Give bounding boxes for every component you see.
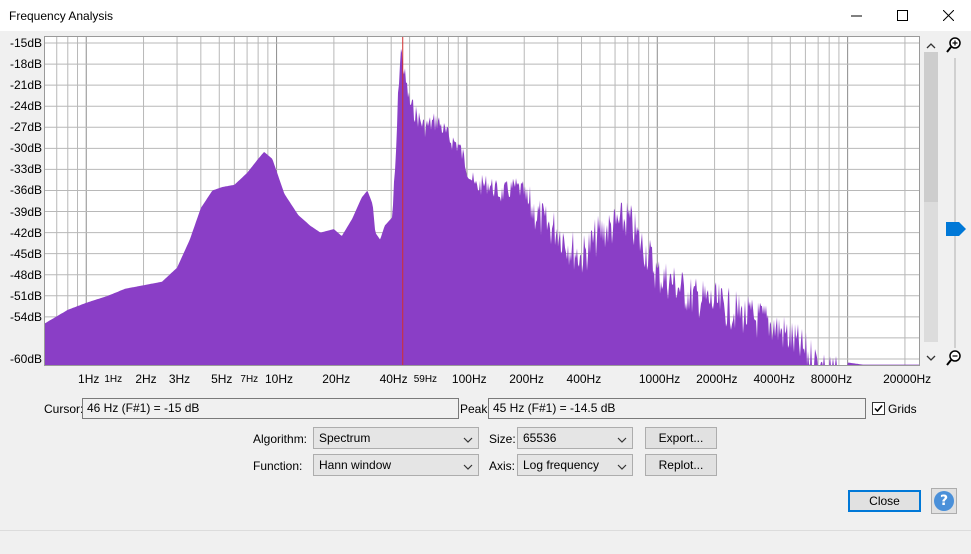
size-label: Size: (489, 432, 516, 446)
vertical-scrollbar[interactable] (924, 52, 938, 342)
x-tick-label: 200Hz (509, 372, 544, 386)
status-separator (0, 530, 971, 531)
x-tick-label: 20000Hz (883, 372, 932, 386)
x-tick-label: 8000Hz (810, 372, 853, 386)
x-tick-label: 59Hz (413, 374, 438, 385)
spectrum-plot[interactable] (43, 36, 920, 366)
zoom-slider-thumb[interactable] (946, 222, 966, 239)
y-tick-label: -45dB (9, 246, 42, 261)
zoom-out-icon (945, 350, 963, 370)
x-tick-label: 4000Hz (753, 372, 795, 386)
chevron-down-icon (617, 434, 627, 447)
y-tick-label: -39dB (9, 204, 42, 219)
x-tick-label: 3Hz (168, 372, 191, 386)
algorithm-select[interactable]: Spectrum (313, 427, 479, 449)
x-tick-label: 7Hz (240, 374, 259, 385)
chevron-down-icon (617, 461, 627, 474)
y-tick-label: -60dB (9, 351, 42, 366)
axis-select[interactable]: Log frequency (517, 454, 633, 476)
x-tick-label: 1000Hz (638, 372, 681, 386)
function-value: Hann window (319, 458, 392, 472)
y-tick-label: -36dB (9, 183, 42, 198)
algorithm-label: Algorithm: (253, 432, 308, 446)
scroll-down-arrow[interactable] (924, 352, 938, 364)
cursor-value: 46 Hz (F#1) = -15 dB (82, 398, 459, 419)
y-tick-label: -21dB (9, 78, 42, 93)
maximize-icon (896, 10, 908, 21)
zoom-out-button[interactable] (945, 349, 963, 367)
export-button[interactable]: Export... (645, 427, 717, 449)
spectrum-area (44, 48, 920, 366)
function-label: Function: (253, 459, 303, 473)
close-button[interactable]: Close (848, 490, 921, 512)
cursor-label: Cursor: (44, 402, 84, 416)
x-tick-label: 400Hz (566, 372, 602, 386)
minimize-icon (850, 10, 862, 21)
function-select[interactable]: Hann window (313, 454, 479, 476)
size-value: 65536 (523, 431, 557, 445)
y-tick-label: -33dB (9, 162, 42, 177)
zoom-in-icon (945, 37, 963, 57)
x-tick-label: 20Hz (322, 372, 351, 386)
scroll-up-arrow[interactable] (924, 40, 938, 52)
maximize-button[interactable] (879, 0, 925, 31)
chevron-down-icon (463, 461, 473, 474)
peak-label: Peak: (460, 402, 491, 416)
y-tick-label: -15dB (9, 36, 42, 51)
y-tick-label: -42dB (9, 225, 42, 240)
grids-checkbox[interactable] (872, 402, 885, 415)
x-tick-label: 1Hz (78, 372, 100, 386)
scrollbar-thumb[interactable] (924, 52, 938, 202)
y-tick-label: -54dB (9, 309, 42, 324)
checkmark-icon (874, 405, 883, 413)
peak-value: 45 Hz (F#1) = -14.5 dB (488, 398, 866, 419)
title-bar: Frequency Analysis (0, 0, 971, 31)
spectrum-chart (43, 36, 920, 366)
grids-label[interactable]: Grids (888, 402, 917, 416)
axis-value: Log frequency (523, 458, 600, 472)
zoom-in-button[interactable] (945, 36, 963, 54)
replot-button[interactable]: Replot... (645, 454, 717, 476)
zoom-slider[interactable] (944, 58, 966, 348)
x-tick-label: 40Hz (379, 372, 408, 386)
close-icon (942, 10, 954, 21)
help-button[interactable]: ? (931, 488, 957, 514)
window-title: Frequency Analysis (9, 9, 114, 23)
y-tick-label: -51dB (9, 288, 42, 303)
chevron-down-icon (463, 434, 473, 447)
algorithm-value: Spectrum (319, 431, 371, 445)
close-window-button[interactable] (925, 0, 971, 31)
help-icon: ? (934, 491, 954, 511)
y-tick-label: -48dB (9, 267, 42, 282)
axis-label: Axis: (489, 459, 516, 473)
minimize-button[interactable] (833, 0, 879, 31)
size-select[interactable]: 65536 (517, 427, 633, 449)
x-tick-label: 2Hz (135, 372, 157, 386)
x-tick-label: 10Hz (264, 372, 293, 386)
y-tick-label: -27dB (9, 120, 42, 135)
y-tick-label: -30dB (9, 141, 42, 156)
y-tick-label: -18dB (9, 57, 42, 72)
x-tick-label: 100Hz (451, 372, 487, 386)
x-tick-label: 2000Hz (696, 372, 738, 386)
x-tick-label: 1Hz (104, 374, 123, 385)
y-tick-label: -24dB (9, 99, 42, 114)
x-tick-label: 5Hz (211, 372, 233, 386)
